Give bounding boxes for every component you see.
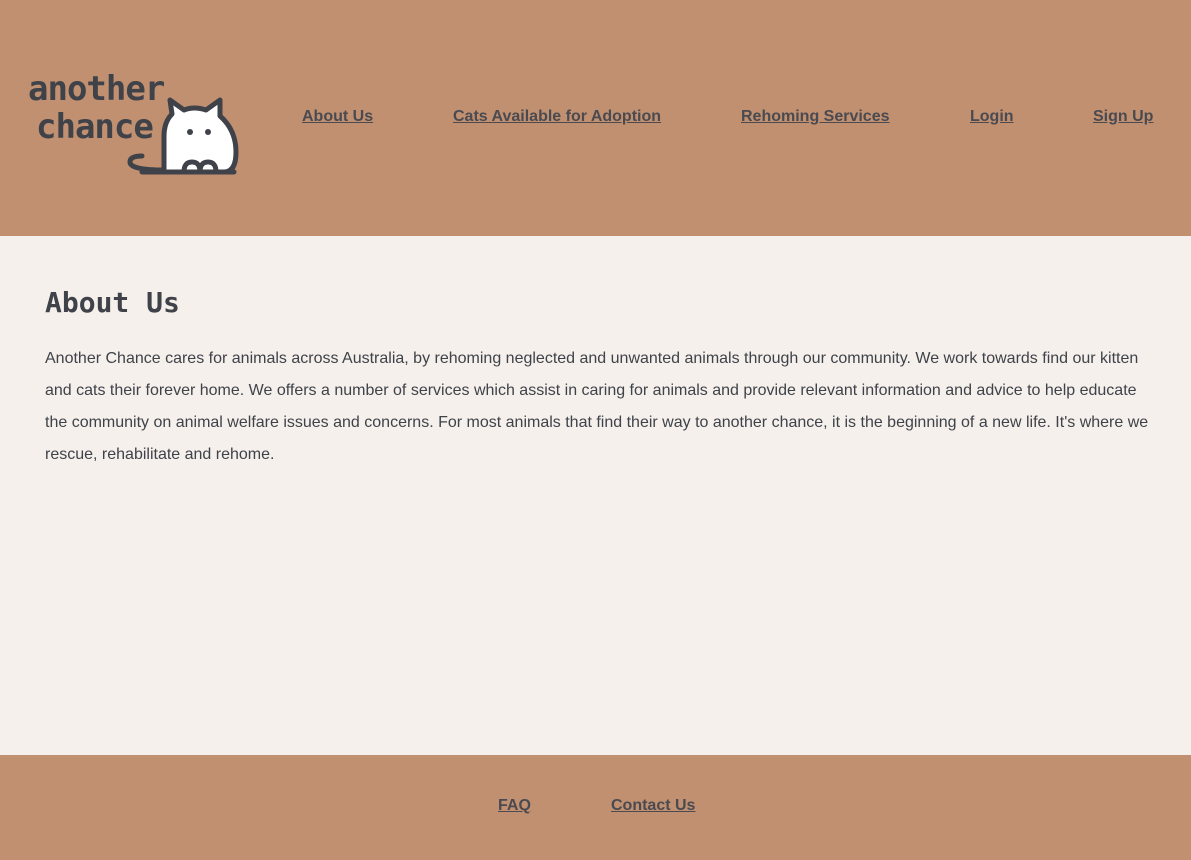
nav-cats-available-for-adoption[interactable]: Cats Available for Adoption (453, 108, 661, 126)
site-footer: FAQ Contact Us (0, 755, 1191, 860)
footer-contact-us-link[interactable]: Contact Us (611, 797, 695, 815)
main-nav: About Us Cats Available for Adoption Reh… (0, 108, 1191, 128)
about-text: Another Chance cares for animals across … (45, 350, 1149, 463)
page-title: About Us (45, 286, 180, 319)
nav-about-us[interactable]: About Us (302, 108, 373, 126)
nav-rehoming-services[interactable]: Rehoming Services (741, 108, 890, 126)
footer-faq-link[interactable]: FAQ (498, 797, 531, 815)
nav-login[interactable]: Login (970, 108, 1014, 126)
main-content: About Us Another Chance cares for animal… (0, 236, 1191, 755)
site-header: another chance About Us Cats Available f… (0, 0, 1191, 236)
nav-sign-up[interactable]: Sign Up (1093, 108, 1153, 126)
